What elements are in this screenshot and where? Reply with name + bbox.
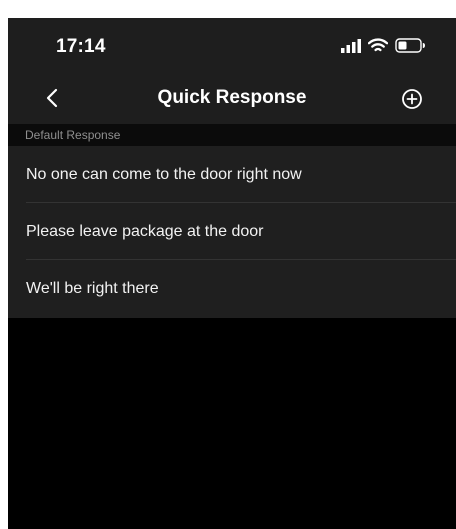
battery-icon: [395, 38, 425, 53]
wifi-icon: [368, 38, 388, 52]
status-icons: [341, 38, 426, 53]
app-screen: 17:14 Quick Response Default Response No…: [8, 18, 456, 529]
section-header: Default Response: [8, 124, 456, 146]
page-title: Quick Response: [157, 87, 307, 108]
status-time: 17:14: [56, 36, 106, 57]
section-header-label: Default Response: [25, 128, 121, 142]
response-list: No one can come to the door right now Pl…: [8, 146, 456, 318]
response-label: Please leave package at the door: [26, 223, 264, 240]
list-item[interactable]: No one can come to the door right now: [8, 146, 456, 203]
response-label: We'll be right there: [26, 280, 159, 297]
list-item[interactable]: We'll be right there: [8, 260, 456, 317]
response-label: No one can come to the door right now: [26, 166, 302, 183]
plus-circle-icon[interactable]: [401, 88, 423, 110]
list-item[interactable]: Please leave package at the door: [8, 203, 456, 260]
top-bar: 17:14 Quick Response: [8, 18, 456, 124]
cellular-signal-icon: [341, 38, 361, 53]
